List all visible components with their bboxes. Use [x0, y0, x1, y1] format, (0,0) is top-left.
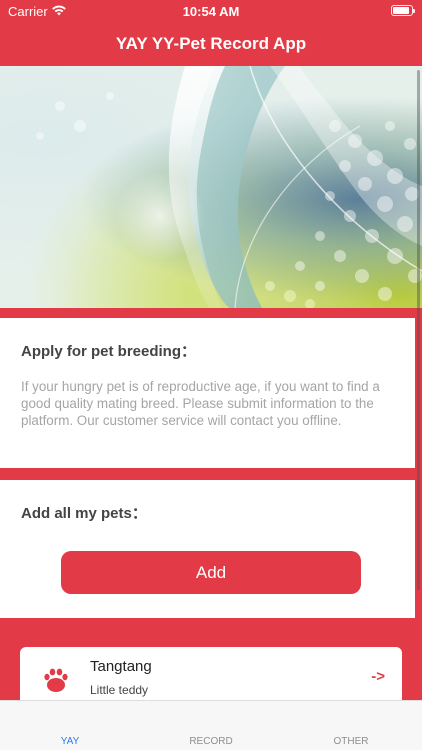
add-pet-button[interactable]: Add — [61, 551, 361, 594]
app-screen: Carrier 10:54 AM YAY YY-Pet Record App A… — [0, 0, 422, 750]
section-divider — [0, 308, 422, 318]
status-bar: Carrier 10:54 AM — [0, 0, 422, 24]
section-divider — [0, 468, 422, 480]
chevron-right-icon[interactable]: -> — [371, 668, 385, 685]
banner-art — [36, 66, 422, 308]
pet-name: Tangtang — [90, 658, 152, 675]
tab-record[interactable]: RECORD — [151, 736, 271, 747]
add-pets-title: Add all my pets： — [21, 505, 147, 522]
page-title: YAY YY-Pet Record App — [115, 34, 307, 53]
navigation-bar: YAY YY-Pet Record App — [0, 24, 422, 64]
tab-yay[interactable]: YAY — [10, 736, 130, 747]
breeding-card: Apply for pet breeding： If your hungry p… — [0, 318, 415, 468]
add-pets-card: Add all my pets： Add — [0, 480, 415, 618]
status-time: 10:54 AM — [182, 4, 240, 19]
breeding-description: If your hungry pet is of reproductive ag… — [21, 379, 380, 428]
tab-other[interactable]: OTHER — [291, 736, 411, 747]
tab-bar: YAY RECORD OTHER — [0, 700, 422, 750]
list-item[interactable]: Tangtang Little teddy -> — [20, 647, 402, 707]
battery-fill — [393, 7, 410, 14]
breeding-title: Apply for pet breeding： — [21, 343, 197, 360]
pet-list: Tangtang Little teddy -> — [0, 618, 422, 707]
battery-icon — [391, 5, 415, 16]
pet-breed: Little teddy — [90, 683, 149, 697]
banner-image — [0, 66, 422, 308]
scrollbar[interactable] — [417, 70, 420, 590]
paw-icon — [42, 666, 70, 694]
